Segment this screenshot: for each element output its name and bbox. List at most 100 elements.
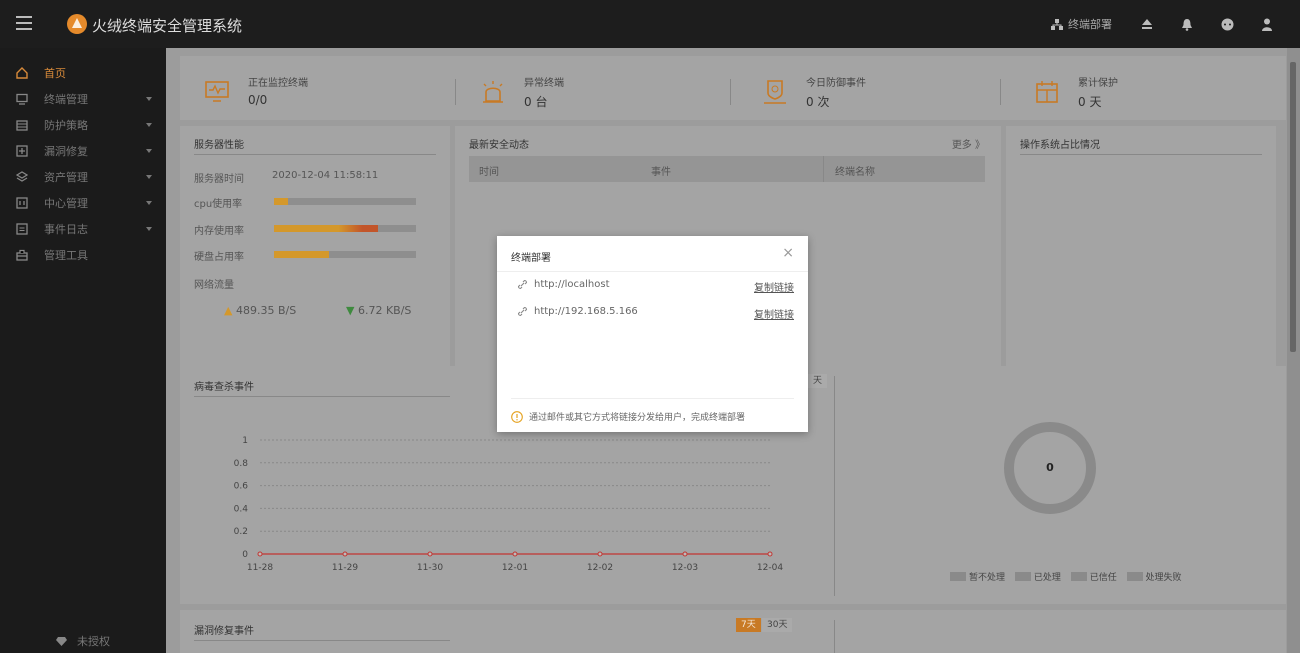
deploy-button[interactable]: 终端部署	[1051, 16, 1112, 32]
data-point[interactable]	[682, 551, 688, 557]
license-status[interactable]: 未授权	[0, 633, 166, 649]
column-header: 时间	[479, 167, 499, 178]
download-rate: ▼ 6.72 KB/S	[346, 304, 411, 317]
security-table-header: 时间 事件 终端名称	[469, 156, 985, 182]
legend-item[interactable]: 已信任	[1070, 570, 1117, 583]
stat-value: 0 次	[806, 95, 830, 109]
sidebar-item-policy[interactable]: 防护策略	[0, 112, 166, 138]
donut-legend: 暂不处理 已处理 已信任 处理失败	[950, 570, 1188, 584]
link-url: http://192.168.5.166	[534, 306, 638, 317]
logo-icon	[67, 14, 87, 34]
sidebar-item-log[interactable]: 事件日志	[0, 216, 166, 242]
network-label: 网络流量	[194, 280, 234, 291]
data-point[interactable]	[257, 551, 263, 557]
sidebar-item-label: 终端管理	[44, 93, 88, 106]
os-title: 操作系统占比情况	[1020, 140, 1100, 151]
upload-rate: ▲ 489.35 B/S	[224, 304, 296, 317]
diamond-icon	[56, 637, 67, 646]
stats-card: 正在监控终端 0/0 异常终端 0 台 今日防御事件 0 次 累计保护 0 天	[180, 56, 1286, 120]
sidebar-item-asset[interactable]: 资产管理	[0, 164, 166, 190]
deploy-dialog: 终端部署 × http://localhost 复制链接 http://192.…	[497, 236, 808, 432]
deploy-label: 终端部署	[1068, 18, 1112, 31]
patch-icon	[16, 145, 28, 157]
deploy-link-ip[interactable]: http://192.168.5.166	[517, 306, 638, 317]
tab-30-days[interactable]: 天	[808, 374, 828, 388]
asset-icon	[16, 171, 28, 183]
data-point[interactable]	[342, 551, 348, 557]
tool-icon	[16, 249, 28, 261]
sidebar-item-label: 事件日志	[44, 223, 88, 236]
message-icon[interactable]	[1220, 17, 1234, 31]
x-tick-label: 12-01	[502, 563, 528, 573]
stat-monitoring: 正在监控终端 0/0	[204, 74, 308, 107]
shield-icon	[764, 80, 786, 104]
sidebar-item-terminal[interactable]: 终端管理	[0, 86, 166, 112]
data-point[interactable]	[767, 551, 773, 557]
caret-down-icon	[146, 201, 152, 205]
page-scrollbar[interactable]	[1287, 48, 1300, 653]
log-icon	[16, 223, 28, 235]
user-icon[interactable]	[1260, 17, 1274, 31]
home-icon	[16, 67, 28, 79]
tip-text: 通过邮件或其它方式将链接分发给用户，完成终端部署	[529, 413, 746, 423]
donut-value: 0	[1046, 461, 1054, 474]
stat-value: 0/0	[248, 93, 268, 107]
y-tick-label: 0.4	[234, 504, 249, 514]
data-point[interactable]	[427, 551, 433, 557]
alarm-icon	[483, 81, 503, 103]
sidebar-item-tool[interactable]: 管理工具	[0, 242, 166, 268]
cpu-bar-fill	[274, 198, 289, 205]
monitor-chart-icon	[205, 80, 229, 102]
sidebar-item-home[interactable]: 首页	[0, 60, 166, 86]
legend-item[interactable]: 已处理	[1014, 570, 1061, 583]
caret-down-icon	[146, 149, 152, 153]
copy-link-button[interactable]: 复制链接	[754, 279, 794, 294]
sidebar-item-center[interactable]: 中心管理	[0, 190, 166, 216]
y-tick-label: 0.2	[234, 527, 248, 537]
stat-label: 今日防御事件	[806, 78, 866, 89]
monitor-icon	[16, 93, 28, 105]
dialog-title: 终端部署	[511, 253, 551, 264]
menu-toggle-icon[interactable]	[16, 16, 32, 30]
upload-icon[interactable]	[1140, 17, 1154, 31]
link-url: http://localhost	[534, 279, 610, 290]
server-time-value: 2020-12-04 11:58:11	[272, 170, 379, 181]
legend-item[interactable]: 暂不处理	[950, 570, 1005, 583]
sidebar-item-label: 资产管理	[44, 171, 88, 184]
disk-bar-fill	[274, 251, 330, 258]
cpu-label: cpu使用率	[194, 199, 243, 210]
network-icon	[1051, 18, 1063, 30]
copy-link-button[interactable]: 复制链接	[754, 306, 794, 321]
more-link[interactable]: 更多 》	[952, 136, 985, 151]
tab-7-days[interactable]: 7天	[736, 618, 761, 632]
data-point[interactable]	[512, 551, 518, 557]
deploy-link-localhost[interactable]: http://localhost	[517, 279, 610, 290]
upload-value: 489.35 B/S	[235, 304, 297, 317]
arrow-up-icon: ▲	[224, 304, 233, 317]
stat-label: 异常终端	[524, 78, 564, 89]
y-tick-label: 1	[242, 436, 248, 446]
sidebar-item-label: 首页	[44, 67, 66, 80]
x-tick-label: 11-29	[332, 563, 358, 573]
legend-item[interactable]: 处理失败	[1126, 570, 1182, 583]
disk-bar	[274, 251, 416, 258]
caret-down-icon	[146, 227, 152, 231]
virus-title: 病毒查杀事件	[194, 382, 254, 393]
stat-abnormal: 异常终端 0 台	[480, 74, 564, 110]
center-icon	[16, 197, 28, 209]
x-tick-label: 12-04	[757, 563, 783, 573]
bell-icon[interactable]	[1180, 17, 1194, 31]
sidebar-item-patch[interactable]: 漏洞修复	[0, 138, 166, 164]
calendar-icon	[1036, 81, 1058, 103]
legend-label: 已处理	[1033, 573, 1061, 583]
x-tick-label: 11-30	[417, 563, 443, 573]
stat-defense: 今日防御事件 0 次	[762, 74, 866, 110]
data-point[interactable]	[597, 551, 603, 557]
server-title: 服务器性能	[194, 140, 244, 151]
tab-30-days[interactable]: 30天	[762, 618, 793, 632]
close-icon[interactable]: ×	[782, 245, 794, 261]
download-value: 6.72 KB/S	[357, 304, 412, 317]
caret-down-icon	[146, 175, 152, 179]
scrollbar-thumb[interactable]	[1290, 62, 1296, 352]
arrow-down-icon: ▼	[346, 304, 355, 317]
